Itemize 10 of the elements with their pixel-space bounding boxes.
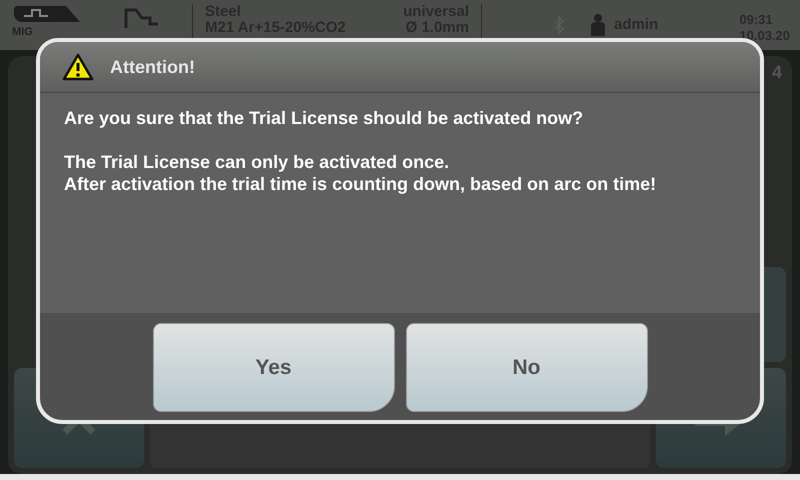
dialog-button[interactable]: Yes [152,323,394,412]
welding-process-icon [12,4,82,24]
dialog-button[interactable]: No [406,323,648,412]
message-text: The Trial License can only be activated once. [64,151,450,173]
dialog-title: Attention! [110,56,195,78]
step-curve-icon [124,6,160,30]
warning-icon [62,53,94,81]
question-text: Are you sure that the Trial License should be activated now? [64,107,584,129]
user-icon [590,14,606,36]
message-text: After activation the trial time is counting down, based on arc on time! [64,173,658,195]
